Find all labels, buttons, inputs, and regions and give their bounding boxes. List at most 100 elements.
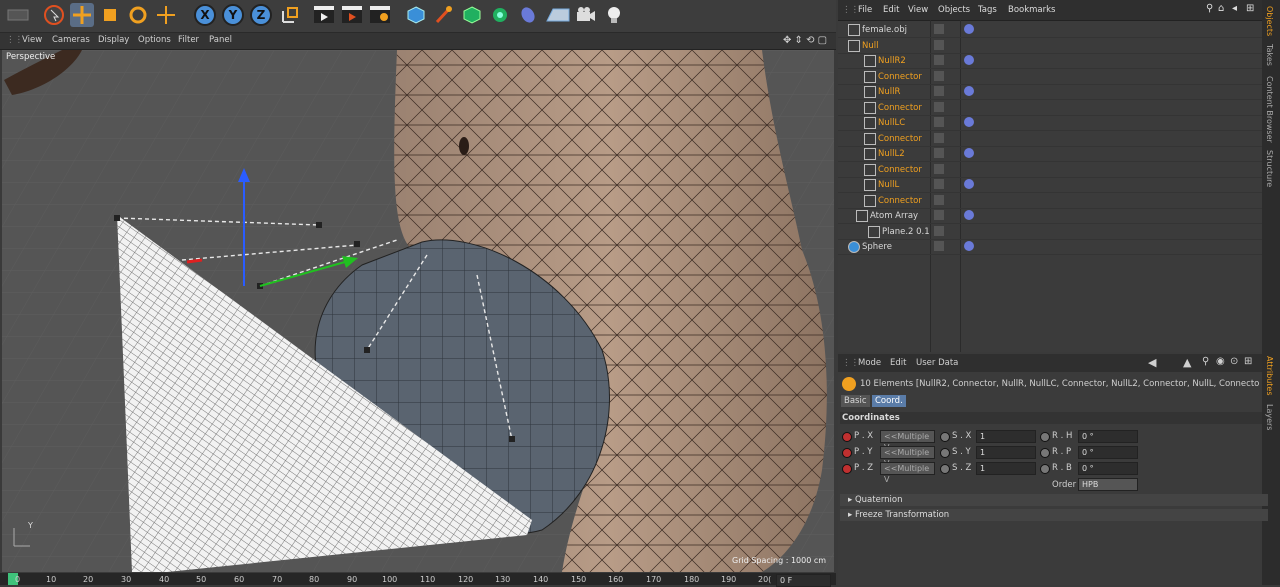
- 3d-viewport[interactable]: Y Perspective Grid Spacing : 1000 cm: [2, 50, 834, 572]
- object-name[interactable]: Atom Array: [870, 211, 918, 221]
- keyframe-py[interactable]: [842, 448, 852, 458]
- menu-view[interactable]: View: [22, 35, 42, 45]
- visibility-toggle-icon[interactable]: [934, 55, 944, 65]
- object-name[interactable]: NullLC: [878, 118, 905, 128]
- quaternion-section[interactable]: ▸ Quaternion: [840, 494, 1268, 506]
- sx-field[interactable]: 1: [976, 430, 1036, 443]
- menu-view[interactable]: View: [908, 5, 928, 15]
- settings-icon[interactable]: ⊙: [1230, 356, 1238, 367]
- search-icon[interactable]: ⚲: [1202, 356, 1209, 367]
- rb-field[interactable]: 0 °: [1078, 462, 1138, 475]
- coordinate-system-icon[interactable]: [278, 3, 302, 27]
- keyframe-pz[interactable]: [842, 464, 852, 474]
- tag-icon[interactable]: [964, 71, 974, 81]
- new-window-icon[interactable]: ⊞: [1246, 3, 1254, 14]
- sz-field[interactable]: 1: [976, 462, 1036, 475]
- object-name[interactable]: Sphere: [862, 242, 892, 252]
- visibility-toggle-icon[interactable]: [934, 148, 944, 158]
- keyframe-sy[interactable]: [940, 448, 950, 458]
- keyframe-rp[interactable]: [1040, 448, 1050, 458]
- py-field[interactable]: <<Multiple V: [880, 446, 935, 468]
- visibility-toggle-icon[interactable]: [934, 163, 944, 174]
- visibility-toggle-icon[interactable]: [934, 179, 944, 189]
- drag-handle-icon[interactable]: ⋮⋮: [842, 358, 859, 368]
- visibility-toggle-icon[interactable]: [934, 101, 944, 112]
- object-row[interactable]: Connector: [838, 100, 1262, 116]
- menu-tags[interactable]: Tags: [978, 5, 997, 15]
- render-settings-icon[interactable]: [368, 3, 392, 27]
- menu-mode[interactable]: Mode: [858, 358, 881, 368]
- home-icon[interactable]: ⌂: [1218, 3, 1224, 14]
- object-row[interactable]: female.obj: [838, 22, 1262, 38]
- viewport-nav-icons[interactable]: ✥ ⇕ ⟲ ▢: [783, 35, 827, 46]
- object-name[interactable]: female.obj: [862, 25, 907, 35]
- tag-icon[interactable]: [964, 55, 974, 65]
- object-row[interactable]: Connector: [838, 162, 1262, 178]
- menu-display[interactable]: Display: [98, 35, 129, 45]
- y-axis-button[interactable]: Y: [222, 4, 244, 26]
- x-axis-button[interactable]: X: [194, 4, 216, 26]
- live-selection-icon[interactable]: [42, 3, 66, 27]
- tag-icon[interactable]: [964, 241, 974, 251]
- tag-icon[interactable]: [964, 195, 974, 205]
- menu-objects[interactable]: Objects: [938, 5, 970, 15]
- object-name[interactable]: Connector: [878, 165, 922, 175]
- tag-icon[interactable]: [964, 226, 974, 236]
- cube-icon[interactable]: [404, 3, 428, 27]
- new-window-icon[interactable]: ⊞: [1244, 356, 1252, 367]
- sy-field[interactable]: 1: [976, 446, 1036, 459]
- menu-cameras[interactable]: Cameras: [52, 35, 90, 45]
- object-name[interactable]: NullR: [878, 87, 900, 97]
- visibility-toggle-icon[interactable]: [934, 210, 944, 220]
- move-icon[interactable]: [70, 3, 94, 27]
- object-row[interactable]: Sphere: [838, 239, 1262, 255]
- visibility-toggle-icon[interactable]: [934, 24, 944, 34]
- menu-user-data[interactable]: User Data: [916, 358, 958, 368]
- menu-bookmarks[interactable]: Bookmarks: [1008, 5, 1056, 15]
- timeline[interactable]: 0 10 20 30 40 50 60 70 80 90 100 110 120…: [0, 573, 836, 587]
- menu-panel[interactable]: Panel: [209, 35, 232, 45]
- object-row[interactable]: Connector: [838, 131, 1262, 147]
- tag-icon[interactable]: [964, 148, 974, 158]
- object-row[interactable]: Connector: [838, 193, 1262, 209]
- transform-icon[interactable]: [154, 3, 178, 27]
- tab-content-browser[interactable]: Content Browser: [1265, 76, 1274, 143]
- object-name[interactable]: NullL: [878, 180, 899, 190]
- scale-icon[interactable]: [98, 3, 122, 27]
- frame-field[interactable]: 0 F: [776, 574, 831, 587]
- tab-objects[interactable]: Objects: [1265, 6, 1274, 36]
- visibility-toggle-icon[interactable]: [934, 225, 944, 236]
- object-row[interactable]: NullR: [838, 84, 1262, 100]
- pen-spline-icon[interactable]: [432, 3, 456, 27]
- search-icon[interactable]: ⚲: [1206, 3, 1213, 14]
- tab-attributes[interactable]: Attributes: [1265, 356, 1274, 396]
- tab-basic[interactable]: Basic: [841, 395, 870, 407]
- keyframe-px[interactable]: [842, 432, 852, 442]
- object-name[interactable]: Connector: [878, 196, 922, 206]
- floor-icon[interactable]: [544, 3, 572, 27]
- object-row[interactable]: Connector: [838, 69, 1262, 85]
- keyframe-rb[interactable]: [1040, 464, 1050, 474]
- tag-icon[interactable]: [964, 179, 974, 189]
- object-row[interactable]: NullLC: [838, 115, 1262, 131]
- visibility-toggle-icon[interactable]: [934, 194, 944, 205]
- z-axis-button[interactable]: Z: [250, 4, 272, 26]
- menu-file[interactable]: File: [858, 5, 872, 15]
- tag-icon[interactable]: [964, 86, 974, 96]
- object-row[interactable]: Atom Array: [838, 208, 1262, 224]
- pz-field[interactable]: <<Multiple V: [880, 462, 935, 484]
- order-dropdown[interactable]: HPB: [1078, 478, 1138, 491]
- visibility-toggle-icon[interactable]: [934, 241, 944, 251]
- tag-icon[interactable]: [964, 210, 974, 220]
- object-row[interactable]: NullR2: [838, 53, 1262, 69]
- object-row[interactable]: NullL: [838, 177, 1262, 193]
- object-name[interactable]: Null: [862, 41, 878, 51]
- menu-edit[interactable]: Edit: [890, 358, 906, 368]
- keyframe-rh[interactable]: [1040, 432, 1050, 442]
- camera-icon[interactable]: [574, 3, 598, 27]
- drag-handle-icon[interactable]: ⋮⋮: [6, 35, 23, 45]
- menu-edit[interactable]: Edit: [883, 5, 899, 15]
- rp-field[interactable]: 0 °: [1078, 446, 1138, 459]
- tag-icon[interactable]: [964, 102, 974, 112]
- tab-structure[interactable]: Structure: [1265, 150, 1274, 187]
